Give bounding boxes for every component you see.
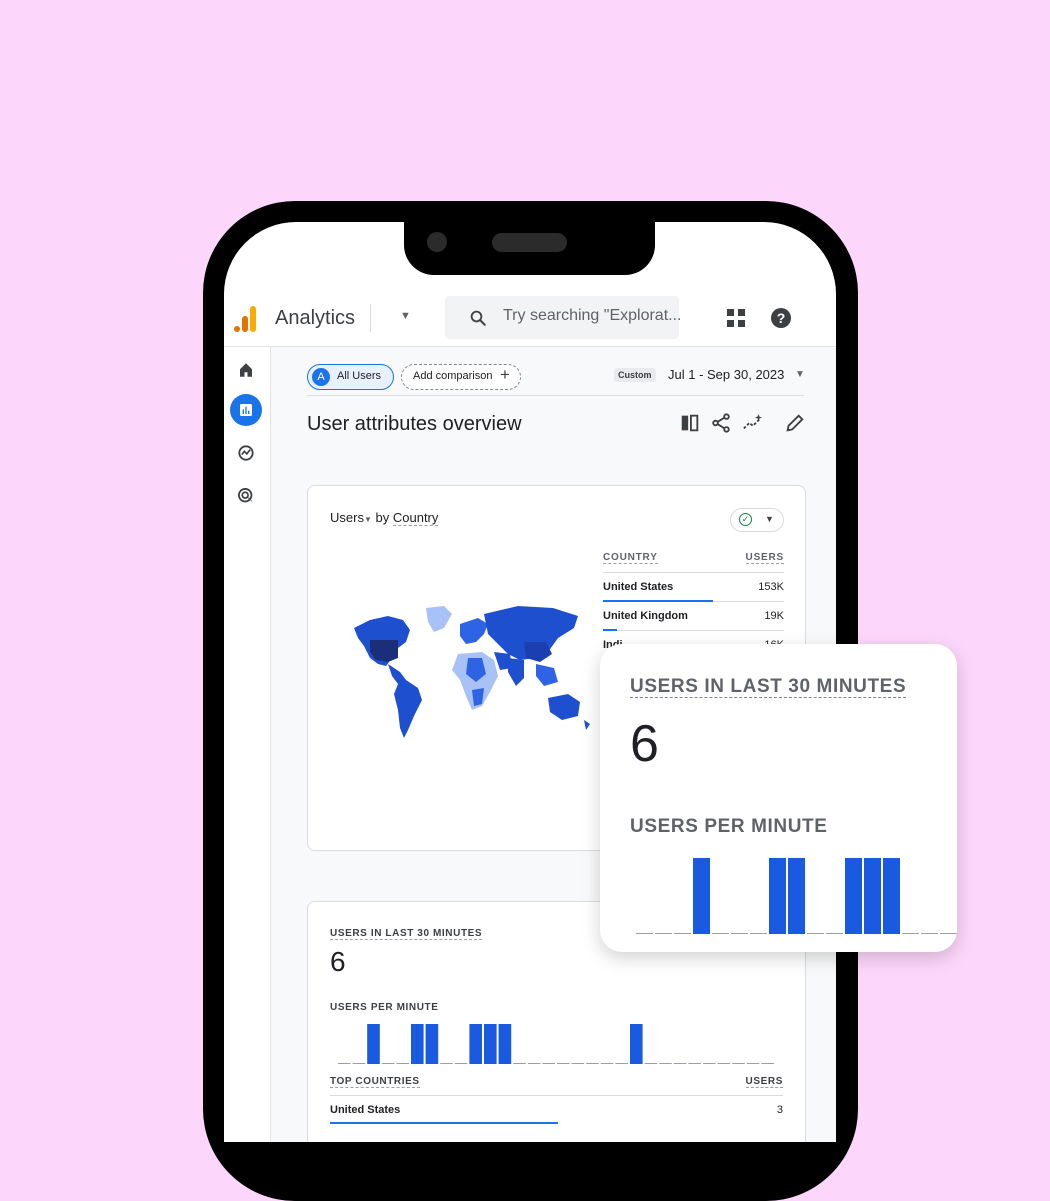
left-nav-rail: [224, 347, 271, 1142]
analytics-logo-icon: [234, 304, 258, 332]
bar-minute-6: [411, 1024, 424, 1064]
top-countries-wrap: TOP COUNTRIES: [330, 1076, 420, 1088]
card-title: Users▼ by Country: [330, 510, 439, 526]
by-label: by: [375, 510, 390, 525]
share-bar: [330, 1122, 558, 1124]
bar-minute-9: [788, 858, 805, 934]
overlay-title-wrap: USERS IN LAST 30 MINUTES: [630, 676, 907, 698]
realtime-title: USERS IN LAST 30 MINUTES: [330, 928, 483, 940]
header-divider: [370, 304, 371, 332]
bar-minute-13: [864, 858, 881, 934]
users-col-wrap: USERS: [745, 1076, 783, 1088]
realtime-title-wrap: USERS IN LAST 30 MINUTES: [330, 928, 483, 940]
data-quality-button[interactable]: ✓ ▼: [730, 508, 784, 532]
row-country: United States: [603, 581, 674, 593]
date-custom-badge: Custom: [614, 368, 656, 382]
home-icon[interactable]: [230, 354, 262, 386]
add-comparison-button[interactable]: Add comparison +: [401, 364, 521, 390]
search-placeholder: Try searching "Explorat...: [503, 307, 682, 324]
bar-minute-8: [769, 858, 786, 934]
add-comparison-label: Add comparison: [413, 370, 493, 382]
explore-icon[interactable]: [230, 437, 262, 469]
bar-minute-12: [845, 858, 862, 934]
segment-label: All Users: [337, 370, 382, 382]
bar-minute-11: [484, 1024, 497, 1064]
row-users: 153K: [758, 581, 784, 593]
overlay-value: 6: [630, 715, 659, 773]
top-countries-label: TOP COUNTRIES: [330, 1076, 420, 1088]
overlay-per-minute-label: USERS PER MINUTE: [630, 816, 828, 837]
col-country[interactable]: COUNTRY: [603, 552, 658, 564]
table-row[interactable]: United States 3: [330, 1104, 783, 1116]
col-users[interactable]: USERS: [745, 552, 784, 564]
bar-minute-14: [883, 858, 900, 934]
camera-icon: [427, 232, 447, 252]
bar-minute-10: [469, 1024, 482, 1064]
compare-columns-icon[interactable]: [679, 412, 701, 434]
insights-icon[interactable]: [742, 412, 764, 434]
top-country-name: United States: [330, 1104, 401, 1116]
table-header: COUNTRY USERS: [603, 550, 784, 573]
help-icon[interactable]: ?: [771, 308, 791, 328]
speaker-grille: [492, 233, 567, 252]
date-dropdown-icon[interactable]: ▼: [795, 369, 805, 380]
metric-selector[interactable]: Users: [330, 510, 364, 525]
overlay-users-per-minute-chart: [636, 858, 957, 934]
share-icon[interactable]: [710, 412, 732, 434]
users-per-minute-chart: [338, 1024, 774, 1064]
realtime-value: 6: [330, 946, 346, 977]
edit-pencil-icon[interactable]: [784, 412, 806, 434]
segment-chip-all-users[interactable]: A All Users: [307, 364, 394, 390]
row-users: 19K: [764, 610, 784, 622]
app-header: Analytics ▼ Try searching "Explorat... ?: [224, 296, 836, 347]
top-country-users: 3: [776, 1104, 783, 1116]
bar-minute-21: [630, 1024, 643, 1064]
divider: [330, 1095, 783, 1096]
bar-minute-3: [367, 1024, 380, 1064]
app-title: Analytics: [275, 307, 356, 329]
check-circle-icon: ✓: [739, 513, 752, 526]
chevron-down-icon: ▼: [765, 514, 774, 524]
apps-grid-icon[interactable]: [727, 309, 745, 327]
dimension-label: Country: [392, 510, 439, 526]
advertising-icon[interactable]: [230, 480, 262, 512]
row-country: United Kingdom: [603, 610, 688, 622]
property-dropdown-icon[interactable]: ▼: [400, 310, 411, 322]
search-input[interactable]: Try searching "Explorat...: [445, 296, 682, 339]
table-row[interactable]: United States 153K: [603, 573, 784, 602]
table-row[interactable]: United Kingdom 19K: [603, 602, 784, 631]
overlay-title: USERS IN LAST 30 MINUTES: [630, 676, 907, 698]
reports-icon[interactable]: [230, 394, 262, 426]
bar-minute-12: [498, 1024, 512, 1064]
bar-minute-4: [693, 858, 710, 934]
bar-minute-7: [425, 1024, 439, 1064]
plus-icon: +: [500, 365, 510, 384]
per-minute-label: USERS PER MINUTE: [330, 1002, 439, 1013]
world-map: [354, 606, 590, 738]
toolbar-divider: [307, 395, 804, 396]
segment-letter: A: [312, 368, 330, 386]
search-icon: [470, 310, 486, 326]
realtime-overlay-card: USERS IN LAST 30 MINUTES 6 USERS PER MIN…: [600, 644, 957, 952]
users-col-label: USERS: [745, 1076, 783, 1088]
date-range-picker[interactable]: Jul 1 - Sep 30, 2023: [668, 367, 784, 382]
page-title: User attributes overview: [307, 413, 522, 435]
